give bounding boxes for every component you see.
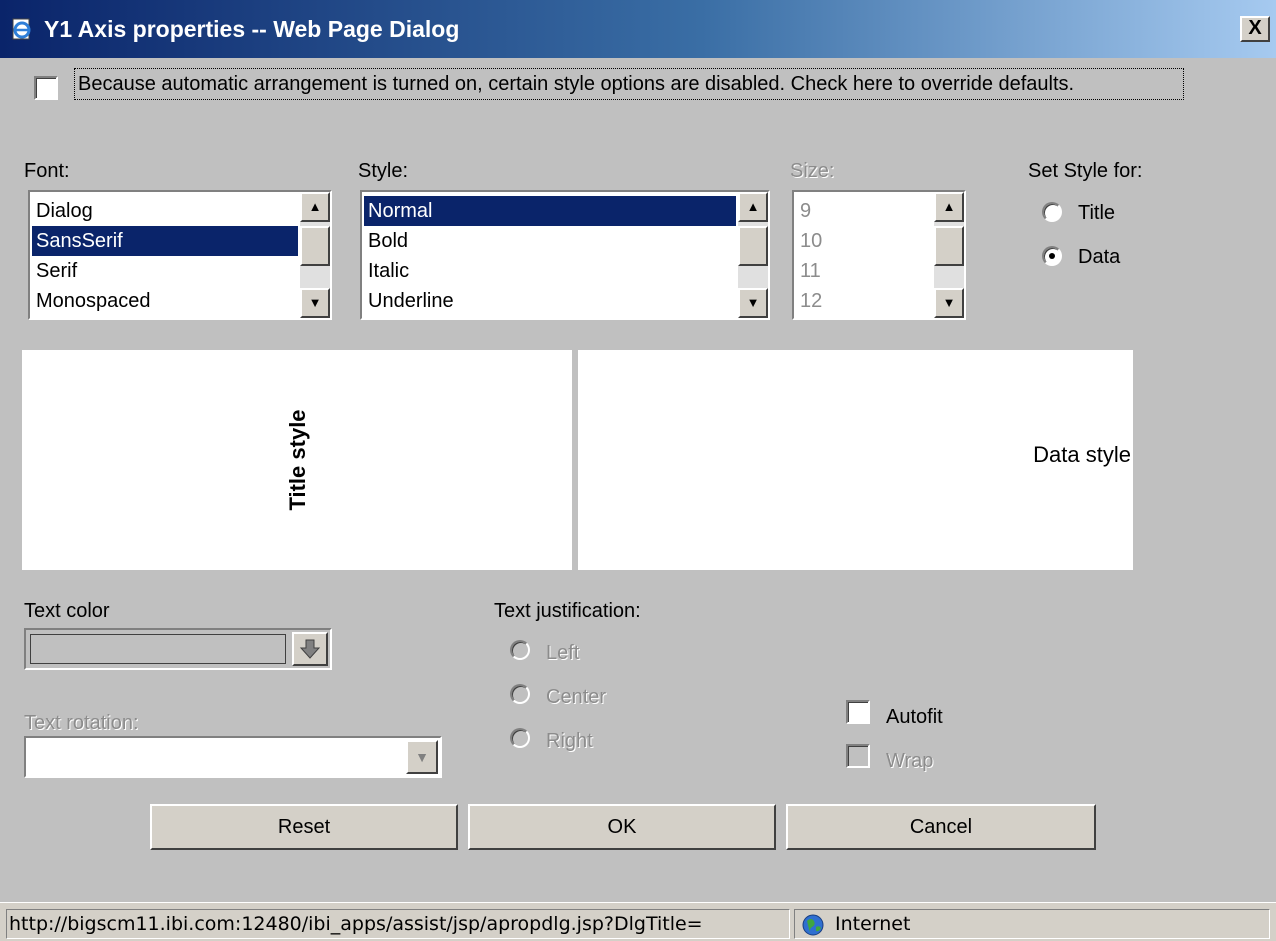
text-color-dropdown-button[interactable] xyxy=(292,632,328,666)
scroll-up-icon[interactable]: ▲ xyxy=(300,192,330,222)
style-option-bold[interactable]: Bold xyxy=(364,226,736,256)
scroll-down-icon: ▼ xyxy=(934,288,964,318)
scroll-thumb[interactable] xyxy=(300,226,330,266)
justify-left-label: Left xyxy=(546,642,580,664)
justify-left-radio xyxy=(510,640,530,660)
justify-center-radio xyxy=(510,684,530,704)
font-listbox[interactable]: Dialog SansSerif Serif Monospaced ▲ ▼ xyxy=(28,190,332,320)
text-justification-label: Text justification: xyxy=(494,600,641,622)
reset-button[interactable]: Reset xyxy=(150,804,458,850)
justify-right-radio xyxy=(510,728,530,748)
set-style-data-radio[interactable] xyxy=(1042,246,1062,266)
title-style-sample: Title style xyxy=(285,409,310,511)
size-listbox: 9 10 11 12 ▲ ▼ xyxy=(792,190,966,320)
text-rotation-label: Text rotation: xyxy=(24,712,139,734)
set-style-data-label[interactable]: Data xyxy=(1078,246,1120,269)
scroll-down-icon[interactable]: ▼ xyxy=(738,288,768,318)
close-button[interactable]: X xyxy=(1240,16,1270,42)
justify-right-label: Right xyxy=(546,730,593,752)
font-option-dialog[interactable]: Dialog xyxy=(32,196,298,226)
set-style-title-label[interactable]: Title xyxy=(1078,202,1115,225)
globe-icon xyxy=(802,914,824,936)
style-scrollbar[interactable]: ▲ ▼ xyxy=(738,192,768,318)
set-style-title-radio[interactable] xyxy=(1042,202,1062,222)
font-option-serif[interactable]: Serif xyxy=(32,256,298,286)
size-option-11: 11 xyxy=(800,260,821,282)
font-scrollbar[interactable]: ▲ ▼ xyxy=(300,192,330,318)
size-option-12: 12 xyxy=(800,290,823,312)
wrap-checkbox xyxy=(846,744,870,768)
style-option-italic[interactable]: Italic xyxy=(364,256,736,286)
cancel-button[interactable]: Cancel xyxy=(786,804,1096,850)
status-bar: http://bigscm11.ibi.com:12480/ibi_apps/a… xyxy=(0,902,1276,941)
font-option-monospaced[interactable]: Monospaced xyxy=(32,286,298,316)
status-zone: Internet xyxy=(794,909,1270,939)
size-option-9: 9 xyxy=(800,200,812,222)
data-style-sample: Data style xyxy=(1033,442,1131,467)
style-listbox[interactable]: Normal Bold Italic Underline ▲ ▼ xyxy=(360,190,770,320)
text-color-label: Text color xyxy=(24,600,110,622)
text-rotation-select: ▼ xyxy=(24,736,442,778)
scroll-down-icon[interactable]: ▼ xyxy=(300,288,330,318)
size-option-10: 10 xyxy=(800,230,823,252)
ok-button[interactable]: OK xyxy=(468,804,776,850)
justify-center-label: Center xyxy=(546,686,607,708)
arrow-down-icon xyxy=(299,639,321,659)
autofit-label[interactable]: Autofit xyxy=(886,706,943,729)
status-zone-label: Internet xyxy=(835,913,911,935)
override-defaults-label[interactable]: Because automatic arrangement is turned … xyxy=(74,68,1184,100)
ie-page-icon xyxy=(12,18,31,40)
text-color-picker[interactable] xyxy=(24,628,332,670)
scroll-thumb xyxy=(934,226,964,266)
scroll-thumb[interactable] xyxy=(738,226,768,266)
close-icon: X xyxy=(1248,17,1262,39)
size-label: Size: xyxy=(790,160,835,182)
style-option-underline[interactable]: Underline xyxy=(364,286,736,316)
radio-selected-dot xyxy=(1049,253,1055,259)
style-option-normal[interactable]: Normal xyxy=(364,196,736,226)
chevron-down-icon: ▼ xyxy=(406,740,438,774)
override-defaults-checkbox[interactable] xyxy=(34,76,58,100)
title-style-preview: Title style xyxy=(22,350,572,570)
title-bar: Y1 Axis properties -- Web Page Dialog X xyxy=(0,0,1276,58)
set-style-for-label: Set Style for: xyxy=(1028,160,1143,182)
font-option-sansserif[interactable]: SansSerif xyxy=(32,226,298,256)
window-title: Y1 Axis properties -- Web Page Dialog xyxy=(44,16,460,42)
text-color-swatch xyxy=(30,634,286,664)
scroll-up-icon[interactable]: ▲ xyxy=(738,192,768,222)
data-style-preview: Data style xyxy=(578,350,1133,570)
font-label: Font: xyxy=(24,160,70,182)
wrap-label: Wrap xyxy=(886,750,934,772)
scroll-up-icon: ▲ xyxy=(934,192,964,222)
autofit-checkbox[interactable] xyxy=(846,700,870,724)
style-label: Style: xyxy=(358,160,409,182)
status-url: http://bigscm11.ibi.com:12480/ibi_apps/a… xyxy=(6,909,790,939)
size-scrollbar: ▲ ▼ xyxy=(934,192,964,318)
